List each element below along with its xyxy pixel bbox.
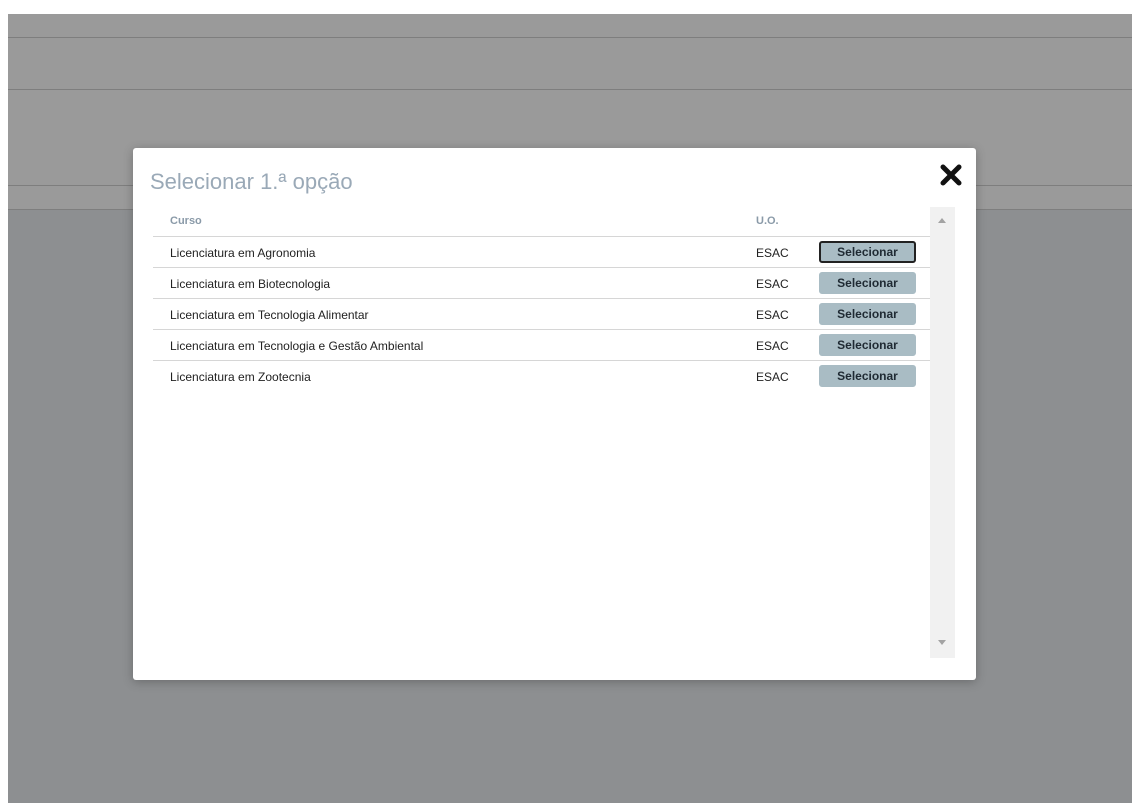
select-button[interactable]: Selecionar — [819, 334, 916, 356]
unit-value: ESAC — [756, 308, 789, 322]
course-name: Licenciatura em Zootecnia — [170, 370, 311, 384]
close-button[interactable] — [938, 162, 964, 188]
course-name: Licenciatura em Tecnologia e Gestão Ambi… — [170, 339, 424, 353]
unit-value: ESAC — [756, 339, 789, 353]
table-row: Licenciatura em Biotecnologia ESAC Selec… — [153, 268, 930, 299]
dialog-title: Selecionar 1.ª opção — [150, 169, 353, 194]
course-list[interactable]: Curso U.O. Licenciatura em Agronomia ESA… — [153, 207, 930, 658]
unit-value: ESAC — [756, 370, 789, 384]
scroll-up-arrow-icon[interactable] — [938, 218, 946, 223]
table-row: Licenciatura em Tecnologia e Gestão Ambi… — [153, 330, 930, 361]
course-name: Licenciatura em Agronomia — [170, 246, 316, 260]
scroll-down-arrow-icon[interactable] — [938, 640, 946, 645]
select-button[interactable]: Selecionar — [819, 241, 916, 263]
background-band — [8, 38, 1132, 90]
unit-value: ESAC — [756, 246, 789, 260]
table-row: Licenciatura em Agronomia ESAC Seleciona… — [153, 237, 930, 268]
table-row: Licenciatura em Tecnologia Alimentar ESA… — [153, 299, 930, 330]
unit-value: ESAC — [756, 277, 789, 291]
background-band — [8, 14, 1132, 38]
select-button[interactable]: Selecionar — [819, 303, 916, 325]
close-x-icon — [940, 164, 962, 186]
course-name: Licenciatura em Tecnologia Alimentar — [170, 308, 369, 322]
course-name: Licenciatura em Biotecnologia — [170, 277, 331, 291]
column-header-unit: U.O. — [756, 215, 779, 227]
list-scrollbar[interactable] — [930, 207, 955, 658]
select-button[interactable]: Selecionar — [819, 365, 916, 387]
course-select-dialog: Selecionar 1.ª opção Curso U.O. Licencia… — [133, 148, 976, 680]
table-row: Licenciatura em Zootecnia ESAC Seleciona… — [153, 361, 930, 391]
select-button[interactable]: Selecionar — [819, 272, 916, 294]
column-header-course: Curso — [170, 215, 202, 227]
